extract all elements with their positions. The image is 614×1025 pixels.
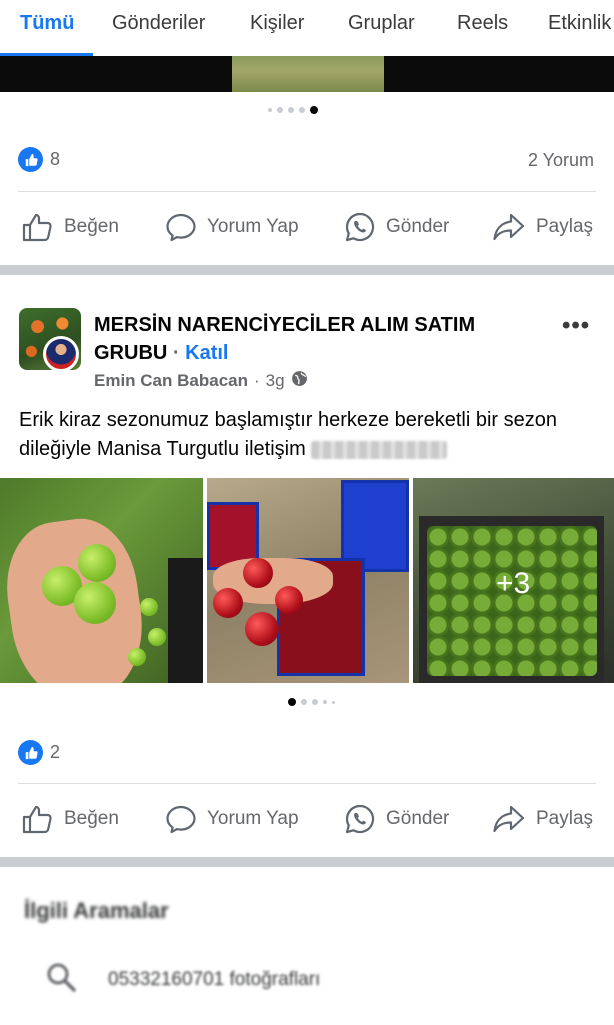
tab-groups[interactable]: Gruplar	[348, 12, 415, 35]
title-separator: ·	[172, 342, 180, 364]
photo-cherry	[213, 588, 243, 618]
related-search-text: 05332160701 fotoğrafları	[108, 968, 321, 990]
previous-post-carousel-dots	[268, 106, 318, 114]
like-reaction-icon	[18, 147, 43, 172]
send-button[interactable]: Gönder	[344, 794, 449, 844]
post-photo-cherries[interactable]	[207, 478, 409, 683]
like-button[interactable]: Beğen	[22, 202, 119, 252]
previous-post-reactions[interactable]: 8	[18, 147, 60, 172]
share-arrow-icon	[492, 804, 526, 834]
photo-cherry	[243, 558, 273, 588]
carousel-dot	[301, 699, 307, 705]
share-button[interactable]: Paylaş	[492, 794, 593, 844]
thumbs-up-icon	[22, 804, 54, 834]
more-options-icon[interactable]: •••	[562, 312, 590, 340]
carousel-dot	[299, 107, 305, 113]
post-actions: Beğen Yorum Yap Gönder Paylaş	[0, 794, 614, 844]
carousel-dot-active	[288, 698, 296, 706]
more-photos-count[interactable]: +3	[496, 567, 530, 601]
comment-bubble-icon	[165, 212, 197, 242]
whatsapp-icon	[344, 211, 376, 243]
photo-plum	[78, 544, 116, 582]
tab-all[interactable]: Tümü	[20, 12, 74, 35]
carousel-dot	[288, 107, 294, 113]
divider	[18, 783, 596, 784]
carousel-dot-active	[310, 106, 318, 114]
reaction-count: 2	[50, 742, 61, 762]
photo-cherry	[245, 612, 279, 646]
post-separator	[0, 265, 614, 275]
photo-plum-pile	[427, 526, 597, 676]
thumbs-up-icon	[22, 212, 54, 242]
globe-icon	[291, 370, 308, 392]
photo-plum	[128, 648, 146, 666]
carousel-dot	[312, 699, 318, 705]
carousel-dot	[323, 700, 327, 704]
comment-button[interactable]: Yorum Yap	[165, 202, 299, 252]
author-name[interactable]: Emin Can Babacan	[94, 371, 248, 391]
photo-cherry	[275, 586, 303, 614]
photo-crate	[168, 558, 203, 683]
like-label: Beğen	[64, 808, 119, 829]
post-time[interactable]: 3g	[266, 371, 285, 391]
comment-count[interactable]: 2 Yorum	[528, 150, 594, 171]
previous-post-actions: Beğen Yorum Yap Gönder Paylaş	[0, 202, 614, 252]
share-arrow-icon	[492, 212, 526, 242]
meta-separator: ·	[254, 371, 260, 390]
carousel-dot	[332, 700, 335, 704]
group-name-link[interactable]: MERSİN NARENCİYECİLER ALIM SATIM GRUBU	[94, 314, 475, 364]
photo-plum	[140, 598, 158, 616]
send-label: Gönder	[386, 808, 450, 829]
post-reactions[interactable]: 2	[18, 740, 60, 765]
post-photo-plums-hand[interactable]	[0, 478, 203, 683]
previous-post-photo	[232, 56, 384, 92]
tab-people[interactable]: Kişiler	[250, 12, 304, 35]
tab-posts[interactable]: Gönderiler	[112, 12, 205, 35]
like-reaction-icon	[18, 740, 43, 765]
related-search-item[interactable]: 05332160701 fotoğrafları	[44, 960, 320, 999]
post-separator	[0, 857, 614, 867]
post-text: Erik kiraz sezonumuz başlamıştır herkeze…	[19, 406, 599, 464]
send-label: Gönder	[386, 216, 450, 237]
join-group-link[interactable]: Katıl	[185, 342, 228, 364]
comment-button[interactable]: Yorum Yap	[165, 794, 299, 844]
tab-reels[interactable]: Reels	[457, 12, 508, 35]
previous-post-image[interactable]	[0, 56, 614, 92]
comment-bubble-icon	[165, 804, 197, 834]
post-carousel-dots	[288, 698, 335, 706]
tab-events[interactable]: Etkinlik	[548, 12, 611, 35]
whatsapp-icon	[344, 803, 376, 835]
post-body: Erik kiraz sezonumuz başlamıştır herkeze…	[19, 409, 557, 460]
post-meta: Emin Can Babacan · 3g	[94, 370, 308, 392]
comment-label: Yorum Yap	[207, 216, 299, 237]
carousel-dot	[277, 107, 283, 113]
like-button[interactable]: Beğen	[22, 794, 119, 844]
like-label: Beğen	[64, 216, 119, 237]
author-avatar[interactable]	[43, 336, 79, 370]
reaction-count: 8	[50, 149, 61, 169]
redacted-phone-number	[311, 440, 448, 459]
send-button[interactable]: Gönder	[344, 202, 449, 252]
carousel-dot	[268, 108, 272, 112]
photo-plum	[148, 628, 166, 646]
share-label: Paylaş	[536, 808, 594, 829]
comment-label: Yorum Yap	[207, 808, 299, 829]
photo-plum	[74, 582, 116, 624]
group-avatar[interactable]	[19, 308, 81, 370]
related-searches-title: İlgili Aramalar	[24, 898, 169, 923]
share-button[interactable]: Paylaş	[492, 202, 593, 252]
search-icon	[44, 960, 78, 999]
share-label: Paylaş	[536, 216, 594, 237]
divider	[18, 191, 596, 192]
search-tabs: Tümü Gönderiler Kişiler Gruplar Reels Et…	[0, 0, 614, 56]
post-header-title: MERSİN NARENCİYECİLER ALIM SATIM GRUBU ·…	[94, 311, 534, 367]
